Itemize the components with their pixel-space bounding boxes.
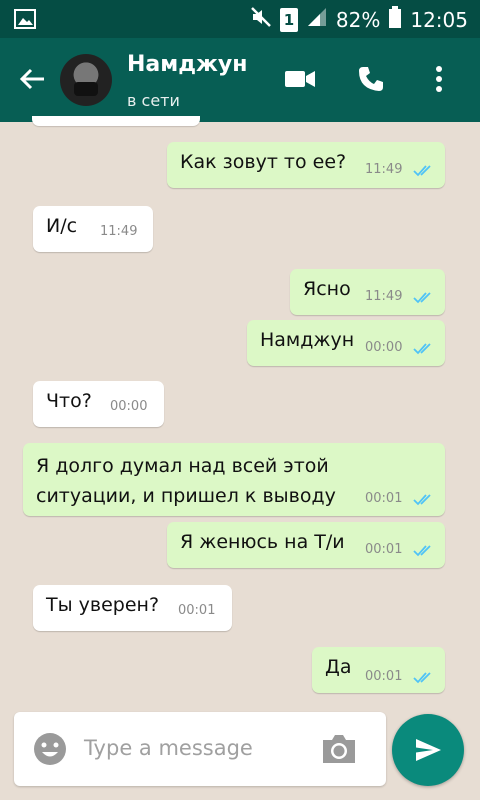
message-text: Ясно — [303, 278, 351, 300]
message-bubble-incoming[interactable]: Ты уверен? 00:01 — [33, 585, 232, 631]
clock: 12:05 — [410, 7, 468, 32]
double-check-read-icon — [413, 672, 431, 684]
message-bubble-outgoing[interactable]: Да 00:01 — [312, 647, 445, 693]
message-text-line-1: Я долго думал над всей этой — [36, 455, 329, 477]
double-check-read-icon — [413, 343, 431, 355]
message-text: Намджун — [260, 329, 355, 351]
voice-call-icon[interactable] — [356, 64, 386, 98]
message-time: 00:01 — [365, 669, 403, 684]
more-options-icon[interactable] — [434, 64, 444, 98]
sim-indicator: 1 — [279, 7, 298, 32]
message-bubble-outgoing[interactable]: Намджун 00:00 — [247, 320, 445, 366]
contact-avatar[interactable] — [60, 54, 112, 106]
message-time: 00:01 — [178, 603, 216, 618]
message-time: 00:00 — [110, 399, 148, 414]
message-input[interactable]: Type a message — [84, 736, 253, 760]
message-text: Ты уверен? — [46, 594, 160, 616]
chat-header: Намджун в сети — [0, 38, 480, 122]
battery-icon — [388, 6, 402, 33]
double-check-read-icon — [413, 494, 431, 506]
send-icon — [416, 739, 441, 761]
previous-message-bubble — [32, 116, 200, 126]
back-arrow-icon[interactable] — [18, 65, 46, 97]
contact-name[interactable]: Намджун — [127, 52, 247, 77]
gallery-notification-icon — [14, 9, 36, 33]
message-time: 00:01 — [365, 491, 403, 506]
message-text-line-2: ситуации, и пришел к выводу — [36, 485, 336, 507]
message-text: Да — [325, 656, 352, 678]
signal-icon — [306, 6, 328, 33]
message-bubble-incoming[interactable]: Что? 00:00 — [33, 381, 164, 427]
message-composer: Type a message — [14, 712, 386, 786]
message-text: Как зовут то ее? — [180, 151, 347, 173]
message-bubble-outgoing[interactable]: Я долго думал над всей этой ситуации, и … — [23, 443, 445, 516]
double-check-read-icon — [413, 292, 431, 304]
video-call-icon[interactable] — [284, 64, 316, 98]
double-check-read-icon — [413, 545, 431, 557]
message-time: 11:49 — [100, 224, 138, 239]
message-time: 00:01 — [365, 542, 403, 557]
message-time: 11:49 — [365, 162, 403, 177]
battery-percent: 82% — [335, 7, 381, 32]
sim-number: 1 — [283, 10, 295, 29]
mute-icon — [250, 6, 272, 33]
message-text: И/с — [46, 215, 78, 237]
message-time: 00:00 — [365, 340, 403, 355]
contact-status: в сети — [127, 91, 180, 110]
message-bubble-outgoing[interactable]: Как зовут то ее? 11:49 — [167, 142, 445, 188]
emoji-icon[interactable] — [32, 731, 68, 771]
chat-area[interactable]: Как зовут то ее? 11:49 И/с 11:49 Ясно 11… — [0, 116, 480, 702]
message-time: 11:49 — [365, 289, 403, 304]
message-text: Что? — [46, 390, 92, 412]
message-bubble-outgoing[interactable]: Я женюсь на Т/и 00:01 — [167, 522, 445, 568]
message-text: Я женюсь на Т/и — [180, 531, 345, 553]
send-button[interactable] — [392, 714, 464, 786]
camera-icon[interactable] — [320, 732, 358, 770]
message-bubble-incoming[interactable]: И/с 11:49 — [33, 206, 153, 252]
message-bubble-outgoing[interactable]: Ясно 11:49 — [290, 269, 445, 315]
status-bar: 1 82% 12:05 — [0, 0, 480, 38]
double-check-read-icon — [413, 165, 431, 177]
